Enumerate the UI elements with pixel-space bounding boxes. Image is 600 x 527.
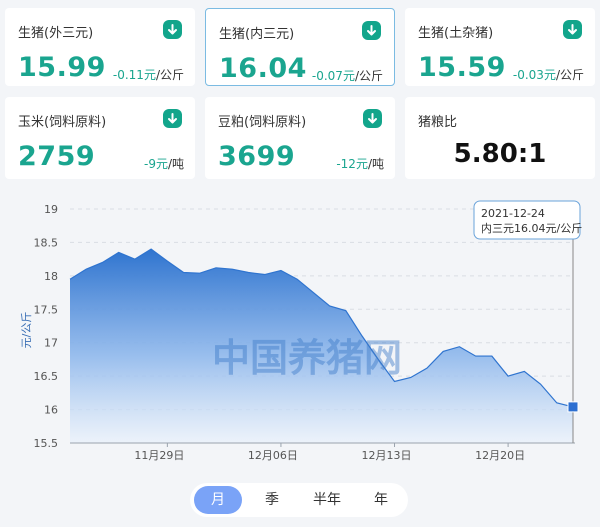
card-price: 2759 <box>18 141 96 172</box>
card-title: 生猪(内三元) <box>219 27 295 42</box>
down-arrow-icon <box>362 21 381 40</box>
price-card-nei-san-yuan[interactable]: 生猪(内三元) 16.04 -0.07元/公斤 <box>205 8 395 86</box>
card-price: 3699 <box>218 141 296 172</box>
tab-year[interactable]: 年 <box>358 486 404 514</box>
x-tick-label: 11月29日 <box>134 449 184 462</box>
y-tick-label: 19 <box>44 203 58 216</box>
y-tick-label: 16.5 <box>34 370 59 383</box>
y-tick-label: 17 <box>44 337 58 350</box>
y-tick-label: 15.5 <box>34 437 59 450</box>
card-title: 猪粮比 <box>418 115 458 130</box>
x-tick-label: 12月13日 <box>362 449 412 462</box>
card-price: 15.59 <box>418 52 506 83</box>
range-tabs: 月 季 半年 年 <box>190 483 408 517</box>
tab-quarter[interactable]: 季 <box>248 486 296 514</box>
price-card-wai-san-yuan[interactable]: 生猪(外三元) 15.99 -0.11元/公斤 <box>5 8 195 86</box>
card-title: 豆粕(饲料原料) <box>218 115 307 130</box>
card-price: 16.04 <box>219 53 307 84</box>
card-change: -9元/吨 <box>143 157 184 171</box>
y-tick-label: 18.5 <box>34 236 59 249</box>
card-title: 生猪(外三元) <box>18 26 94 41</box>
down-arrow-icon <box>563 20 582 39</box>
ratio-value: 5.80:1 <box>453 139 547 169</box>
tab-month[interactable]: 月 <box>194 486 242 514</box>
card-change: -0.11元/公斤 <box>112 68 184 82</box>
x-tick-label: 12月06日 <box>248 449 298 462</box>
y-tick-label: 16 <box>44 404 58 417</box>
down-arrow-icon <box>363 109 382 128</box>
down-arrow-icon <box>163 20 182 39</box>
x-tick-label: 12月20日 <box>475 449 525 462</box>
y-tick-label: 17.5 <box>34 303 59 316</box>
card-change: -0.07元/公斤 <box>311 69 383 83</box>
card-change: -0.03元/公斤 <box>512 68 584 82</box>
price-card-soybean-meal[interactable]: 豆粕(饲料原料) 3699 -12元/吨 <box>205 97 395 179</box>
down-arrow-icon <box>163 109 182 128</box>
price-area-chart[interactable]: 中国养猪网 19 18.5 18 17.5 17 16.5 16 15.5 11月29日 12月0… <box>0 196 600 466</box>
card-title: 玉米(饲料原料) <box>18 115 107 130</box>
tooltip-value: 内三元16.04元/公斤 <box>481 221 582 235</box>
y-tick-label: 18 <box>44 270 58 283</box>
tab-half-year[interactable]: 半年 <box>302 486 352 514</box>
pig-grain-ratio-card: 猪粮比 5.80:1 <box>405 97 595 179</box>
price-card-corn[interactable]: 玉米(饲料原料) 2759 -9元/吨 <box>5 97 195 179</box>
card-title: 生猪(土杂猪) <box>418 26 494 41</box>
highlight-point <box>567 401 579 413</box>
price-card-tu-za-zhu[interactable]: 生猪(土杂猪) 15.59 -0.03元/公斤 <box>405 8 595 86</box>
watermark-text: 中国养猪网 <box>212 336 402 380</box>
tooltip-date: 2021-12-24 <box>481 207 545 220</box>
card-change: -12元/吨 <box>336 157 384 171</box>
y-axis-label: 元/公斤 <box>20 312 33 349</box>
card-price: 15.99 <box>18 52 106 83</box>
